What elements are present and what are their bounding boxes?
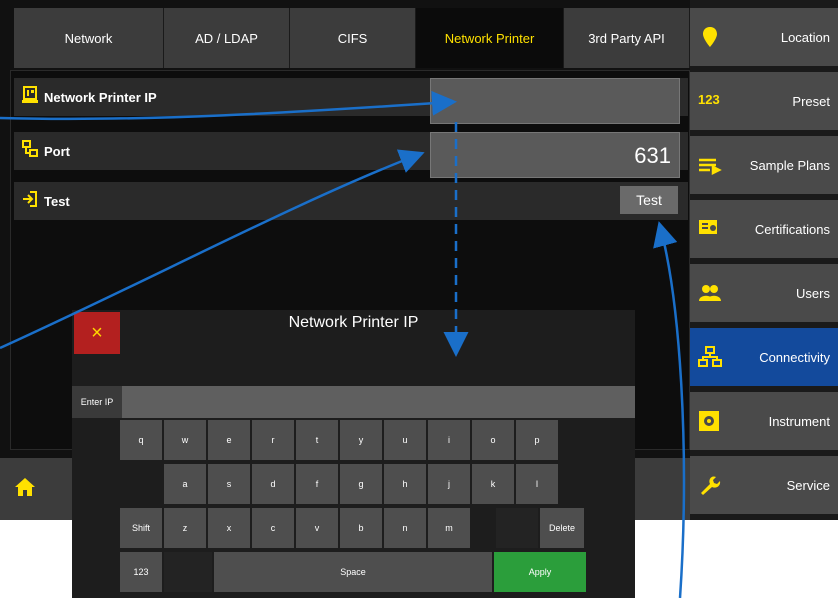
- wrench-icon: [701, 476, 721, 495]
- key-c[interactable]: c: [252, 508, 294, 548]
- sidebar-item-label: Instrument: [768, 414, 830, 429]
- sidebar-item-label: Users: [796, 286, 830, 301]
- key-p[interactable]: p: [516, 420, 558, 460]
- sidebar-item-label: Certifications: [754, 222, 830, 237]
- key-123[interactable]: 123: [120, 552, 162, 592]
- key-b[interactable]: b: [340, 508, 382, 548]
- key-h[interactable]: h: [384, 464, 426, 504]
- key-r[interactable]: r: [252, 420, 294, 460]
- sidebar-item-users[interactable]: Users: [690, 264, 838, 325]
- key-v[interactable]: v: [296, 508, 338, 548]
- users-icon: [699, 285, 721, 301]
- test-label: Test: [44, 194, 70, 209]
- key-x[interactable]: x: [208, 508, 250, 548]
- key-w[interactable]: w: [164, 420, 206, 460]
- key-k[interactable]: k: [472, 464, 514, 504]
- key-blank: [164, 552, 212, 592]
- test-row: Test: [14, 182, 688, 220]
- key-shift[interactable]: Shift: [120, 508, 162, 548]
- ip-input-label: Enter IP: [72, 386, 122, 418]
- key-t[interactable]: t: [296, 420, 338, 460]
- printer-ip-label: Network Printer IP: [44, 90, 157, 105]
- tab-3rd-party-api[interactable]: 3rd Party API: [564, 8, 690, 68]
- key-z[interactable]: z: [164, 508, 206, 548]
- sidebar-item-service[interactable]: Service: [690, 456, 838, 517]
- key-q[interactable]: q: [120, 420, 162, 460]
- sidebar-item-label: Service: [786, 478, 830, 493]
- sidebar: Location 123 Preset Sample Plans Certifi…: [690, 0, 838, 520]
- port-icon: [22, 140, 38, 157]
- key-a[interactable]: a: [164, 464, 206, 504]
- sidebar-item-label: Sample Plans: [749, 158, 830, 173]
- tab-ad-ldap[interactable]: AD / LDAP: [164, 8, 290, 68]
- sidebar-item-certifications[interactable]: Certifications: [690, 200, 838, 261]
- key-e[interactable]: e: [208, 420, 250, 460]
- network-icon: [698, 346, 722, 367]
- sidebar-item-connectivity[interactable]: Connectivity: [690, 328, 838, 389]
- sidebar-item-location[interactable]: Location: [690, 8, 838, 69]
- key-d[interactable]: d: [252, 464, 294, 504]
- keyboard-dialog: × Network Printer IP Enter IP qwertyuiop…: [72, 310, 635, 598]
- key-j[interactable]: j: [428, 464, 470, 504]
- printer-ip-icon: [22, 86, 38, 103]
- key-i[interactable]: i: [428, 420, 470, 460]
- tab-network[interactable]: Network: [14, 8, 164, 68]
- instrument-icon: [699, 411, 719, 431]
- port-value: 631: [634, 143, 671, 168]
- certifications-icon: [699, 220, 717, 234]
- key-m[interactable]: m: [428, 508, 470, 548]
- printer-ip-field[interactable]: [430, 78, 680, 124]
- port-label: Port: [44, 144, 70, 159]
- sample-plans-icon: [699, 158, 722, 176]
- key-space[interactable]: Space: [214, 552, 492, 592]
- key-n[interactable]: n: [384, 508, 426, 548]
- key-g[interactable]: g: [340, 464, 382, 504]
- test-button[interactable]: Test: [620, 186, 678, 214]
- sidebar-item-label: Preset: [792, 94, 830, 109]
- sidebar-item-label: Connectivity: [759, 350, 830, 365]
- sidebar-item-preset[interactable]: 123 Preset: [690, 72, 838, 133]
- home-icon[interactable]: [14, 476, 36, 498]
- apply-button[interactable]: Apply: [494, 552, 586, 592]
- key-u[interactable]: u: [384, 420, 426, 460]
- key-f[interactable]: f: [296, 464, 338, 504]
- tab-network-printer[interactable]: Network Printer: [416, 8, 564, 68]
- sidebar-item-sample-plans[interactable]: Sample Plans: [690, 136, 838, 197]
- preset-123-icon: 123: [698, 92, 720, 107]
- key-blank: [496, 508, 538, 548]
- sidebar-item-instrument[interactable]: Instrument: [690, 392, 838, 453]
- key-o[interactable]: o: [472, 420, 514, 460]
- key-s[interactable]: s: [208, 464, 250, 504]
- sidebar-item-label: Location: [780, 30, 830, 45]
- location-pin-icon: [703, 27, 717, 47]
- dialog-title: Network Printer IP: [288, 314, 419, 331]
- key-y[interactable]: y: [340, 420, 382, 460]
- port-field[interactable]: 631: [430, 132, 680, 178]
- tab-cifs[interactable]: CIFS: [290, 8, 416, 68]
- test-icon: [23, 191, 37, 207]
- key-delete[interactable]: Delete: [540, 508, 584, 548]
- key-l[interactable]: l: [516, 464, 558, 504]
- ip-input[interactable]: Enter IP: [72, 386, 635, 418]
